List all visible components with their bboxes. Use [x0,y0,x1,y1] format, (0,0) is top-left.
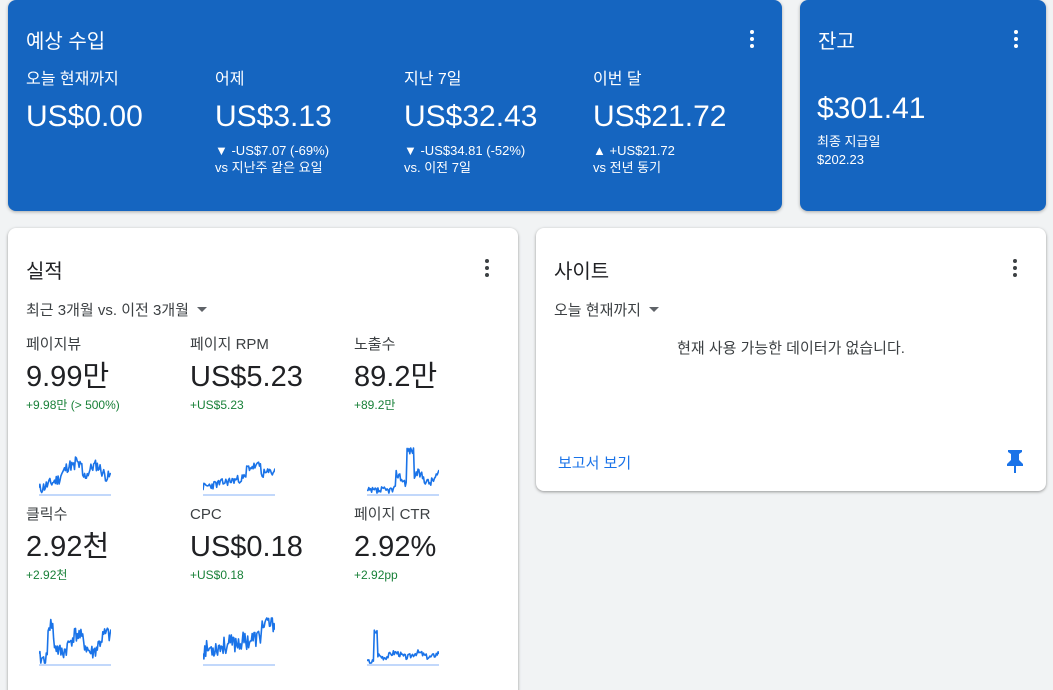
stat-month-label: 이번 달 [593,71,642,88]
earnings-title: 예상 수입 [26,31,106,53]
metric-change: +US$5.23 [190,398,244,412]
sites-title: 사이트 [554,261,610,283]
metric-label: 페이지 RPM [190,336,269,353]
stat-month-value: US$21.72 [593,100,727,133]
balance-title: 잔고 [818,31,855,53]
view-report-link[interactable]: 보고서 보기 [558,452,631,473]
last-payment-amount: $202.23 [817,152,864,167]
sites-more-menu-icon[interactable] [1003,256,1027,280]
sparkline-trend-line [203,617,275,660]
stat-last7-compare: vs. 이전 7일 [404,160,471,175]
sites-range-label: 오늘 현재까지 [554,302,641,319]
metric-rpm[interactable]: 페이지 RPM US$5.23 +US$5.23 [190,336,350,413]
metric-value: 2.92% [354,531,437,563]
metric-change: +9.98만 (> 500%) [26,398,120,412]
performance-title: 실적 [26,261,63,283]
stat-month-compare: vs 전년 동기 [593,160,662,175]
metric-change: +US$0.18 [190,568,244,582]
metric-change: +2.92천 [26,568,68,582]
balance-card: 잔고 $301.41 최종 지급일 $202.23 [800,0,1046,211]
metric-pageviews[interactable]: 페이지뷰 9.99만 +9.98만 (> 500%) [26,336,186,413]
metric-label: 클릭수 [26,506,68,523]
stat-yesterday-compare: vs 지난주 같은 요일 [215,160,323,175]
stat-last7-value: US$32.43 [404,100,538,133]
sparkline-trend-line [39,456,111,494]
metric-change: +89.2만 [354,398,396,412]
metric-clicks[interactable]: 클릭수 2.92천 +2.92천 [26,506,186,583]
impressions-sparkline-icon [367,447,439,496]
last-payment-label: 최종 지급일 [817,134,881,149]
stat-month-change: ▲ +US$21.72 [593,143,675,158]
sparkline-trend-line [367,629,439,664]
balance-value: $301.41 [817,92,926,125]
metric-label: 페이지 CTR [354,506,431,523]
metric-value: 2.92천 [26,531,110,563]
metric-value: 9.99만 [26,361,110,393]
stat-month: 이번 달 US$21.72 ▲ +US$21.72 vs 전년 동기 [593,70,726,176]
chevron-down-icon [196,307,207,312]
sites-range-dropdown[interactable]: 오늘 현재까지 [554,299,659,320]
cpc-sparkline-icon [203,617,275,666]
metric-value: US$0.18 [190,531,303,563]
stat-today-label: 오늘 현재까지 [26,71,119,88]
performance-range-label: 최근 3개월 vs. 이전 3개월 [26,302,189,319]
chevron-down-icon [648,307,659,312]
stat-yesterday: 어제 US$3.13 ▼ -US$7.07 (-69%) vs 지난주 같은 요… [215,70,332,176]
stat-last7: 지난 7일 US$32.43 ▼ -US$34.81 (-52%) vs. 이전… [404,70,537,176]
metric-label: 페이지뷰 [26,336,82,353]
metric-label: CPC [190,506,222,523]
performance-range-dropdown[interactable]: 최근 3개월 vs. 이전 3개월 [26,299,207,320]
stat-yesterday-value: US$3.13 [215,100,332,133]
earnings-more-menu-icon[interactable] [740,27,764,51]
stat-today-value: US$0.00 [26,100,143,133]
ctr-sparkline-icon [367,629,439,666]
earnings-card: 예상 수입 오늘 현재까지 US$0.00 어제 US$3.13 ▼ -US$7… [8,0,782,211]
metric-ctr[interactable]: 페이지 CTR 2.92% +2.92pp [354,506,514,583]
metric-label: 노출수 [354,336,396,353]
stat-last7-change: ▼ -US$34.81 (-52%) [404,143,526,158]
metric-cpc[interactable]: CPC US$0.18 +US$0.18 [190,506,350,583]
metric-change: +2.92pp [354,568,398,582]
stat-yesterday-change: ▼ -US$7.07 (-69%) [215,143,330,158]
sites-card: 사이트 오늘 현재까지 현재 사용 가능한 데이터가 없습니다. 보고서 보기 [536,228,1046,491]
stat-today: 오늘 현재까지 US$0.00 [26,70,143,134]
stat-last7-label: 지난 7일 [404,71,462,88]
sparkline-trend-line [367,447,439,494]
pin-icon[interactable] [1004,448,1026,474]
stat-yesterday-label: 어제 [215,71,245,88]
metric-impressions[interactable]: 노출수 89.2만 +89.2만 [354,336,514,413]
sparkline-trend-line [203,461,275,491]
clicks-sparkline-icon [39,618,111,666]
sparkline-trend-line [39,618,111,664]
performance-more-menu-icon[interactable] [475,256,499,280]
metric-value: US$5.23 [190,361,303,393]
balance-more-menu-icon[interactable] [1004,27,1028,51]
rpm-sparkline-icon [203,461,275,496]
metric-value: 89.2만 [354,361,438,393]
pageviews-sparkline-icon [39,456,111,496]
performance-card: 실적 최근 3개월 vs. 이전 3개월 페이지뷰 9.99만 +9.98만 (… [8,228,518,690]
no-data-message: 현재 사용 가능한 데이터가 없습니다. [677,340,905,357]
